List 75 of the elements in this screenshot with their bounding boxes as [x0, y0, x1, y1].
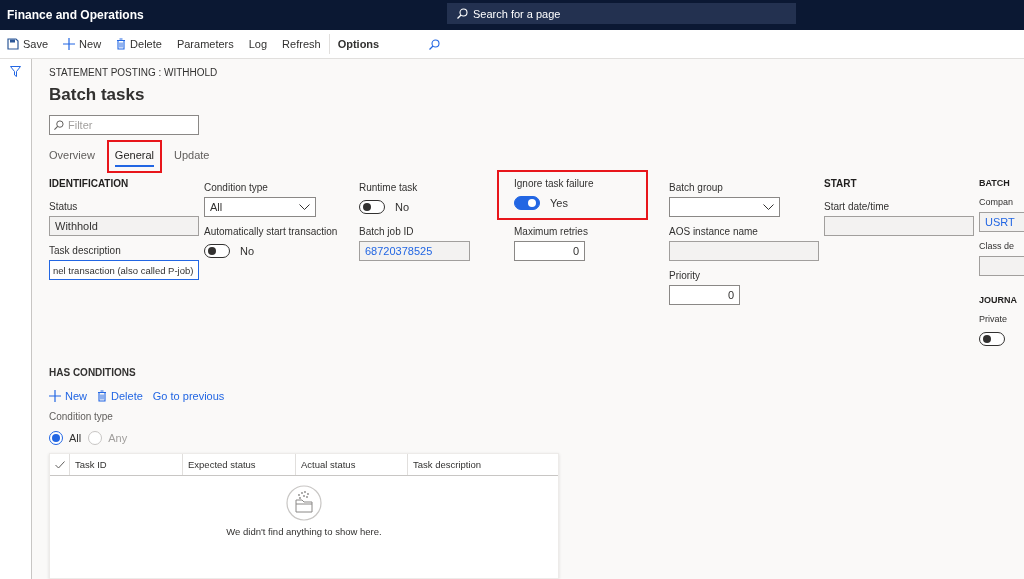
column-header[interactable]: Actual status	[295, 454, 407, 475]
field-label: Ignore task failure	[514, 177, 595, 190]
save-button[interactable]: Save	[7, 38, 49, 50]
toolbar-button[interactable]: Log	[248, 38, 268, 50]
field-label: Compan	[979, 196, 1015, 209]
toggle-state: No	[240, 245, 255, 257]
field-label: Condition type	[49, 411, 114, 424]
field-label: Batch job ID	[359, 225, 415, 238]
search-icon	[54, 120, 64, 130]
toggle-state: No	[395, 201, 410, 213]
tab[interactable]: Overview	[49, 145, 95, 167]
link-button[interactable]: Go to previous	[152, 390, 225, 402]
column-header[interactable]: Task description	[407, 454, 558, 475]
toolbar-button[interactable]: Refresh	[282, 38, 321, 50]
page-title: Batch tasks	[49, 85, 146, 106]
toggle-switch[interactable]	[359, 200, 385, 214]
column-header[interactable]: Expected status	[182, 454, 295, 475]
input-field[interactable]: nel transaction (also called P-job)	[49, 260, 199, 280]
field-label: Maximum retries	[514, 225, 589, 238]
plus-icon	[63, 38, 76, 50]
dropdown-field[interactable]: All	[204, 197, 316, 217]
input-field[interactable]: 0	[669, 285, 740, 305]
section-heading: HAS CONDITIONS	[49, 367, 137, 380]
field-label: Automatically start transaction	[204, 225, 339, 238]
tab[interactable]: Update	[174, 145, 210, 167]
chevron-down-icon	[763, 203, 774, 211]
section-heading: IDENTIFICATION	[49, 178, 130, 191]
column-header[interactable]: Task ID	[69, 454, 182, 475]
field-label: Start date/time	[824, 200, 891, 213]
filter-icon[interactable]	[10, 66, 21, 77]
toggle-switch[interactable]	[979, 332, 1005, 346]
field-label: Status	[49, 200, 79, 213]
field-label: Condition type	[204, 181, 269, 194]
readonly-field[interactable]: 68720378525	[359, 241, 470, 261]
field-label: Priority	[669, 269, 702, 282]
input-field[interactable]: 0	[514, 241, 585, 261]
save-icon	[7, 38, 19, 50]
readonly-field[interactable]	[824, 216, 974, 236]
search-field[interactable]: Search for a page	[447, 3, 796, 24]
chevron-down-icon	[299, 203, 310, 211]
readonly-field[interactable]: USRT	[979, 212, 1024, 232]
search-icon	[457, 8, 468, 19]
new-button[interactable]: New	[49, 390, 87, 402]
toggle-switch[interactable]	[204, 244, 230, 258]
readonly-field[interactable]	[669, 241, 819, 261]
field-label: Private	[979, 313, 1008, 326]
trash-icon	[97, 390, 107, 402]
readonly-field[interactable]: Withhold	[49, 216, 199, 236]
plus-icon	[49, 390, 61, 402]
dropdown-field[interactable]	[669, 197, 780, 217]
radio-option[interactable]: All	[49, 431, 82, 445]
tab[interactable]: General	[114, 145, 154, 167]
empty-folder-icon	[286, 485, 322, 521]
section-heading: BATCH	[979, 178, 1011, 188]
section-heading: JOURNA	[979, 295, 1018, 305]
toggle-state: Yes	[550, 197, 568, 209]
field-label: Batch group	[669, 181, 724, 194]
breadcrumb: STATEMENT POSTING : WITHHOLD	[49, 67, 219, 80]
trash-icon	[116, 38, 127, 50]
field-label: AOS instance name	[669, 225, 759, 238]
filter-field[interactable]: Filter	[49, 115, 199, 135]
section-heading: START	[824, 178, 858, 191]
toolbar-button[interactable]: Options	[328, 34, 380, 54]
field-label: Class de	[979, 240, 1015, 253]
empty-message: We didn't find anything to show here.	[226, 526, 382, 537]
field-label: Task description	[49, 244, 122, 257]
field-label: Runtime task	[359, 181, 419, 194]
app-title: Finance and Operations	[7, 8, 144, 22]
toggle-switch[interactable]	[514, 196, 540, 210]
toolbar-button[interactable]: Parameters	[176, 38, 234, 50]
check-icon[interactable]	[54, 460, 65, 469]
delete-button[interactable]: Delete	[116, 38, 162, 50]
new-button[interactable]: New	[63, 38, 102, 50]
delete-button[interactable]: Delete	[97, 390, 143, 402]
search-icon[interactable]	[429, 38, 441, 50]
